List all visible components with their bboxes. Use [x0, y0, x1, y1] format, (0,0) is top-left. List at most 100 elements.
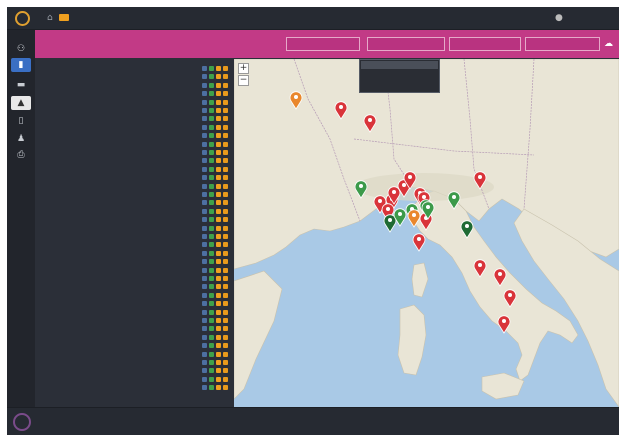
map-pin-icon[interactable]	[202, 376, 207, 382]
check-icon[interactable]	[209, 141, 214, 147]
list-item[interactable]	[40, 82, 234, 90]
folder-icon[interactable]	[216, 183, 221, 189]
check-icon[interactable]	[209, 234, 214, 239]
check-icon[interactable]	[209, 318, 214, 323]
header-search-input[interactable]	[525, 37, 600, 51]
check-icon[interactable]	[209, 116, 214, 122]
edit-icon[interactable]	[223, 385, 228, 391]
rail-print-button[interactable]: ⎙	[11, 148, 31, 162]
check-icon[interactable]	[209, 183, 214, 189]
check-icon[interactable]	[209, 150, 214, 155]
folder-icon[interactable]	[216, 292, 221, 298]
list-item[interactable]	[40, 367, 234, 375]
map-pin-icon[interactable]	[202, 259, 207, 265]
header-filter-button-3[interactable]	[449, 37, 521, 51]
list-item[interactable]	[40, 90, 234, 98]
edit-icon[interactable]	[223, 99, 228, 105]
folder-icon[interactable]	[216, 259, 221, 265]
folder-icon[interactable]	[216, 225, 221, 231]
folder-icon[interactable]	[216, 250, 221, 256]
list-item[interactable]	[40, 225, 234, 233]
folder-icon[interactable]	[216, 141, 221, 147]
list-item[interactable]	[40, 124, 234, 132]
rail-group-button[interactable]: ♟	[11, 132, 31, 146]
header-filter-button-1[interactable]	[286, 37, 360, 51]
folder-icon[interactable]	[216, 301, 221, 307]
edit-icon[interactable]	[223, 326, 228, 332]
list-item[interactable]	[40, 250, 234, 258]
dropdown-option[interactable]	[361, 61, 438, 69]
check-icon[interactable]	[209, 99, 214, 105]
map-pin-icon[interactable]	[202, 192, 207, 197]
edit-icon[interactable]	[223, 150, 228, 155]
map-pin-icon[interactable]	[202, 91, 207, 97]
folder-icon[interactable]	[216, 192, 221, 197]
folder-icon[interactable]	[216, 368, 221, 374]
folder-icon[interactable]	[216, 343, 221, 349]
map-pin-icon[interactable]	[202, 141, 207, 147]
check-icon[interactable]	[209, 385, 214, 391]
edit-icon[interactable]	[223, 141, 228, 147]
edit-icon[interactable]	[223, 183, 228, 189]
check-icon[interactable]	[209, 351, 214, 357]
edit-icon[interactable]	[223, 116, 228, 122]
edit-icon[interactable]	[223, 368, 228, 374]
edit-icon[interactable]	[223, 318, 228, 323]
filter-dropdown-menu[interactable]	[359, 59, 440, 93]
map-pin-icon[interactable]	[202, 99, 207, 105]
folder-icon[interactable]	[216, 150, 221, 155]
list-item[interactable]	[40, 309, 234, 317]
check-icon[interactable]	[209, 225, 214, 231]
check-icon[interactable]	[209, 292, 214, 298]
rail-list-button[interactable]: ▮	[11, 58, 31, 72]
user-icon[interactable]: ●	[555, 13, 563, 23]
map-pin-icon[interactable]	[202, 183, 207, 189]
folder-icon[interactable]	[216, 91, 221, 97]
folder-icon[interactable]	[216, 133, 221, 139]
map-pin-icon[interactable]	[202, 301, 207, 307]
list-item[interactable]	[40, 241, 234, 249]
map-pin-icon[interactable]	[202, 225, 207, 231]
logout-link[interactable]	[593, 15, 615, 21]
list-item[interactable]	[40, 208, 234, 216]
list-item[interactable]	[40, 65, 234, 73]
list-item[interactable]	[40, 141, 234, 149]
check-icon[interactable]	[209, 91, 214, 97]
edit-icon[interactable]	[223, 234, 228, 239]
folder-icon[interactable]	[216, 66, 221, 71]
folder-icon[interactable]	[216, 242, 221, 248]
edit-icon[interactable]	[223, 343, 228, 349]
edit-icon[interactable]	[223, 250, 228, 256]
map-pin-icon[interactable]	[202, 368, 207, 374]
map-pin-icon[interactable]	[202, 318, 207, 323]
folder-icon[interactable]	[216, 217, 221, 223]
map-pin-icon[interactable]	[202, 242, 207, 248]
edit-icon[interactable]	[223, 200, 228, 206]
edit-icon[interactable]	[223, 309, 228, 315]
list-item[interactable]	[40, 183, 234, 191]
map-pin-icon[interactable]	[202, 200, 207, 206]
edit-icon[interactable]	[223, 334, 228, 340]
edit-icon[interactable]	[223, 175, 228, 181]
rail-users-button[interactable]: ⚇	[11, 42, 31, 56]
list-item[interactable]	[40, 233, 234, 241]
check-icon[interactable]	[209, 334, 214, 340]
list-item[interactable]	[40, 342, 234, 350]
check-icon[interactable]	[209, 376, 214, 382]
edit-icon[interactable]	[223, 276, 228, 281]
list-item[interactable]	[40, 199, 234, 207]
check-icon[interactable]	[209, 343, 214, 349]
header-filter-button-2[interactable]	[367, 37, 445, 51]
edit-icon[interactable]	[223, 66, 228, 71]
edit-icon[interactable]	[223, 376, 228, 382]
list-item[interactable]	[40, 258, 234, 266]
check-icon[interactable]	[209, 259, 214, 265]
edit-icon[interactable]	[223, 225, 228, 231]
edit-icon[interactable]	[223, 133, 228, 139]
list-item[interactable]	[40, 157, 234, 165]
check-icon[interactable]	[209, 175, 214, 181]
folder-icon[interactable]	[216, 385, 221, 391]
list-item[interactable]	[40, 292, 234, 300]
edit-icon[interactable]	[223, 158, 228, 164]
list-item[interactable]	[40, 174, 234, 182]
